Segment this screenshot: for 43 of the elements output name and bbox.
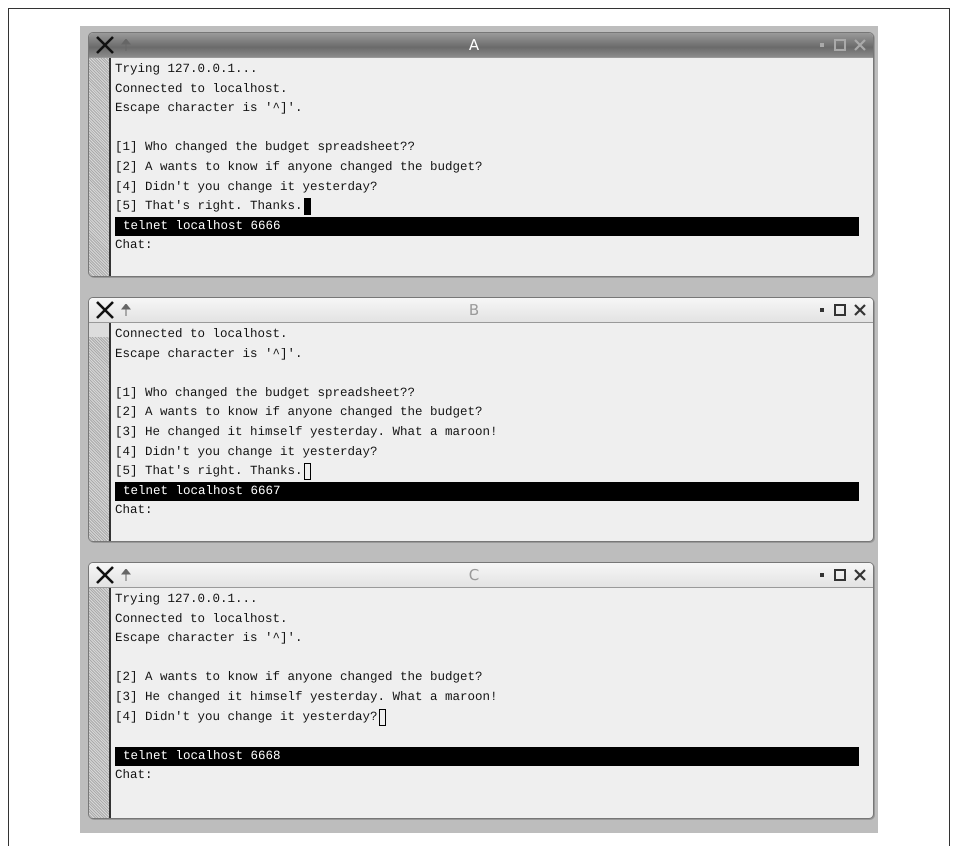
terminal-line: [2] A wants to know if anyone changed the budget? [115,158,483,176]
chat-prompt: Chat: [115,766,153,784]
terminal-line: Connected to localhost. [115,326,288,343]
window-title: C [468,566,480,584]
terminal-line: Trying 127.0.0.1... [115,591,258,608]
x-logo-icon[interactable] [95,36,115,54]
x-logo-icon[interactable] [95,566,115,584]
scrollbar[interactable] [89,323,111,541]
terminal-line: [3] He changed it himself yesterday. What a maroon! [115,424,498,441]
terminal-line: [5] That's right. Thanks. [115,198,303,216]
status-bar: telnet localhost 6666 [115,216,859,236]
terminal-line: Connected to localhost. [115,80,288,98]
terminal-line: [1] Who changed the budget spreadsheet?? [115,384,416,402]
window-title: A [468,36,480,54]
terminal-line: [5] That's right. Thanks. [115,463,303,480]
terminal-line: [3] He changed it himself yesterday. What a maroon! [115,688,498,706]
terminal-line: [2] A wants to know if anyone changed the budget? [115,404,483,422]
close-icon[interactable] [853,568,867,582]
terminal-line: Escape character is '^]'. [115,100,303,118]
terminal-line: [1] Who changed the budget spreadsheet?? [115,139,416,156]
x-logo-icon[interactable] [95,301,115,319]
terminal-line: Connected to localhost. [115,610,288,628]
maximize-icon[interactable] [833,568,847,582]
terminal-line: Escape character is '^]'. [115,346,303,363]
terminal-line: Escape character is '^]'. [115,630,303,648]
chat-prompt: Chat: [115,236,153,254]
scrollbar[interactable] [89,588,111,818]
terminal-line: [4] Didn't you change it yesterday? [115,444,378,461]
pin-icon[interactable] [121,304,131,316]
minimize-icon[interactable] [817,305,827,315]
terminal-line: [4] Didn't you change it yesterday? [115,178,378,196]
status-bar: telnet localhost 6668 [115,746,859,766]
close-icon[interactable] [853,303,867,317]
chat-prompt: Chat: [115,502,153,519]
terminal-line: [2] A wants to know if anyone changed the budget? [115,669,483,686]
pin-icon[interactable] [121,569,131,581]
maximize-icon[interactable] [833,303,847,317]
status-bar: telnet localhost 6667 [115,482,859,501]
terminal-line: Trying 127.0.0.1... [115,61,258,78]
scrollbar[interactable] [89,58,111,276]
window-title: B [468,301,480,319]
minimize-icon[interactable] [817,570,827,580]
terminal-line: [4] Didn't you change it yesterday? [115,708,378,726]
